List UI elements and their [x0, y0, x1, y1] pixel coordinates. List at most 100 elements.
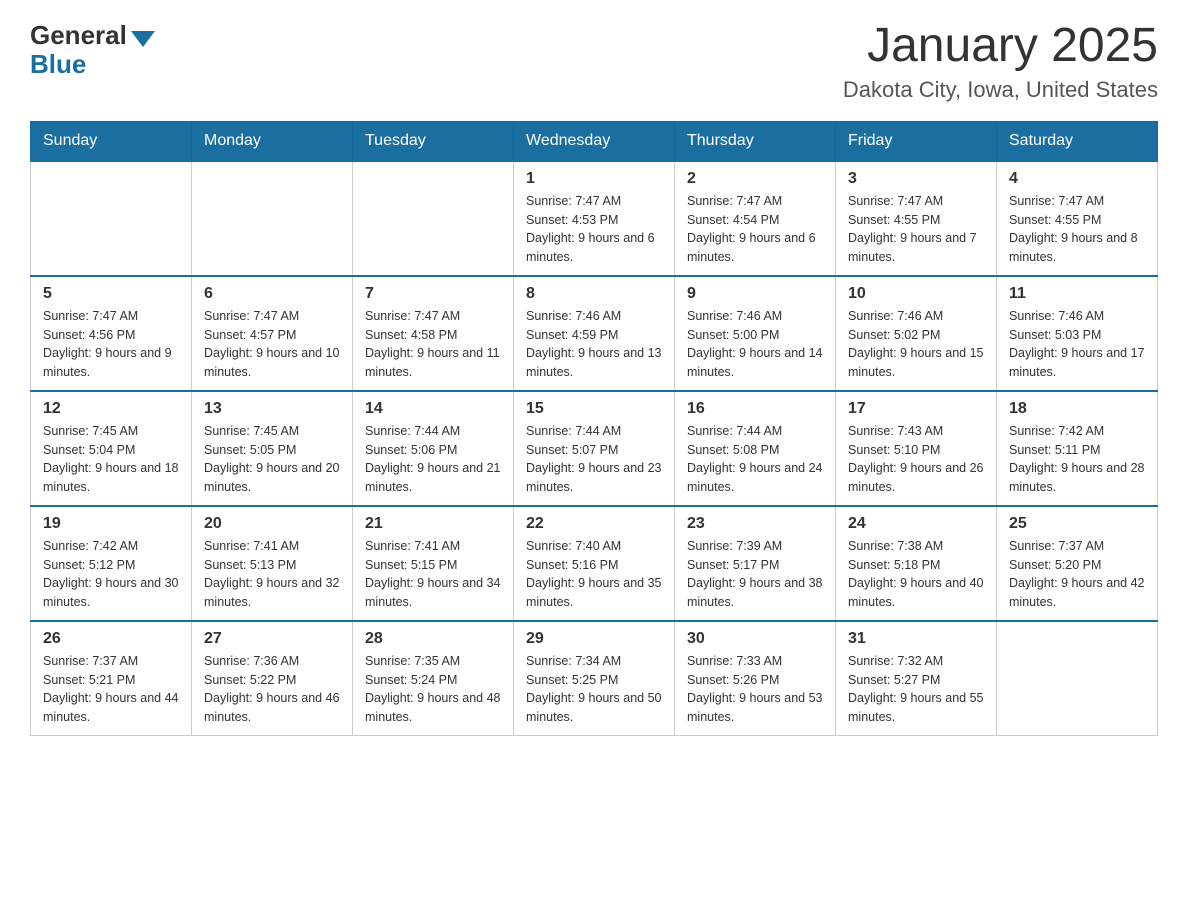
day-info: Sunrise: 7:44 AMSunset: 5:06 PMDaylight:… [365, 422, 501, 497]
calendar-cell [997, 621, 1158, 736]
calendar-cell: 13 Sunrise: 7:45 AMSunset: 5:05 PMDayligh… [192, 391, 353, 506]
day-number: 10 [848, 285, 984, 303]
calendar-cell: 16 Sunrise: 7:44 AMSunset: 5:08 PMDayligh… [675, 391, 836, 506]
calendar-week-row: 19 Sunrise: 7:42 AMSunset: 5:12 PMDayligh… [31, 506, 1158, 621]
calendar-cell: 31 Sunrise: 7:32 AMSunset: 5:27 PMDayligh… [836, 621, 997, 736]
calendar-cell: 12 Sunrise: 7:45 AMSunset: 5:04 PMDayligh… [31, 391, 192, 506]
day-number: 26 [43, 630, 179, 648]
calendar-cell: 5 Sunrise: 7:47 AMSunset: 4:56 PMDaylight… [31, 276, 192, 391]
page-header: General Blue January 2025 Dakota City, I… [30, 20, 1158, 103]
day-number: 30 [687, 630, 823, 648]
logo-general-text: General [30, 20, 127, 51]
day-of-week-header: Wednesday [514, 121, 675, 161]
calendar-cell [192, 161, 353, 276]
day-number: 22 [526, 515, 662, 533]
day-number: 24 [848, 515, 984, 533]
calendar-cell: 18Sunrise: 7:42 AMSunset: 5:11 PMDayligh… [997, 391, 1158, 506]
calendar-cell: 9Sunrise: 7:46 AMSunset: 5:00 PMDaylight… [675, 276, 836, 391]
calendar-week-row: 5 Sunrise: 7:47 AMSunset: 4:56 PMDaylight… [31, 276, 1158, 391]
calendar-week-row: 1Sunrise: 7:47 AMSunset: 4:53 PMDaylight… [31, 161, 1158, 276]
day-info: Sunrise: 7:41 AMSunset: 5:15 PMDaylight:… [365, 537, 501, 612]
day-info: Sunrise: 7:47 AMSunset: 4:56 PMDaylight:… [43, 307, 179, 382]
day-number: 4 [1009, 170, 1145, 188]
day-info: Sunrise: 7:45 AMSunset: 5:05 PMDaylight:… [204, 422, 340, 497]
calendar-cell: 25Sunrise: 7:37 AMSunset: 5:20 PMDayligh… [997, 506, 1158, 621]
day-info: Sunrise: 7:47 AMSunset: 4:53 PMDaylight:… [526, 192, 662, 267]
day-number: 19 [43, 515, 179, 533]
day-info: Sunrise: 7:38 AMSunset: 5:18 PMDaylight:… [848, 537, 984, 612]
day-info: Sunrise: 7:34 AMSunset: 5:25 PMDaylight:… [526, 652, 662, 727]
logo-arrow-icon [131, 31, 155, 47]
day-info: Sunrise: 7:42 AMSunset: 5:12 PMDaylight:… [43, 537, 179, 612]
day-number: 7 [365, 285, 501, 303]
day-number: 2 [687, 170, 823, 188]
day-info: Sunrise: 7:47 AMSunset: 4:57 PMDaylight:… [204, 307, 340, 382]
calendar-cell: 7 Sunrise: 7:47 AMSunset: 4:58 PMDaylight… [353, 276, 514, 391]
day-number: 13 [204, 400, 340, 418]
day-info: Sunrise: 7:36 AMSunset: 5:22 PMDaylight:… [204, 652, 340, 727]
calendar-cell: 26 Sunrise: 7:37 AMSunset: 5:21 PMDayligh… [31, 621, 192, 736]
day-number: 5 [43, 285, 179, 303]
day-number: 17 [848, 400, 984, 418]
day-info: Sunrise: 7:46 AMSunset: 5:03 PMDaylight:… [1009, 307, 1145, 382]
day-info: Sunrise: 7:44 AMSunset: 5:07 PMDaylight:… [526, 422, 662, 497]
day-of-week-header: Thursday [675, 121, 836, 161]
calendar-cell: 11 Sunrise: 7:46 AMSunset: 5:03 PMDayligh… [997, 276, 1158, 391]
day-of-week-header: Saturday [997, 121, 1158, 161]
day-info: Sunrise: 7:39 AMSunset: 5:17 PMDaylight:… [687, 537, 823, 612]
calendar-cell: 17 Sunrise: 7:43 AMSunset: 5:10 PMDayligh… [836, 391, 997, 506]
day-info: Sunrise: 7:47 AMSunset: 4:55 PMDaylight:… [1009, 192, 1145, 267]
day-of-week-header: Tuesday [353, 121, 514, 161]
calendar-week-row: 12 Sunrise: 7:45 AMSunset: 5:04 PMDayligh… [31, 391, 1158, 506]
calendar-cell: 10 Sunrise: 7:46 AMSunset: 5:02 PMDayligh… [836, 276, 997, 391]
calendar-cell: 27 Sunrise: 7:36 AMSunset: 5:22 PMDayligh… [192, 621, 353, 736]
calendar-cell: 1Sunrise: 7:47 AMSunset: 4:53 PMDaylight… [514, 161, 675, 276]
calendar-cell: 14 Sunrise: 7:44 AMSunset: 5:06 PMDayligh… [353, 391, 514, 506]
day-number: 16 [687, 400, 823, 418]
day-number: 25 [1009, 515, 1145, 533]
day-info: Sunrise: 7:33 AMSunset: 5:26 PMDaylight:… [687, 652, 823, 727]
calendar-cell: 20Sunrise: 7:41 AMSunset: 5:13 PMDayligh… [192, 506, 353, 621]
calendar-header-row: SundayMondayTuesdayWednesdayThursdayFrid… [31, 121, 1158, 161]
day-number: 23 [687, 515, 823, 533]
day-info: Sunrise: 7:44 AMSunset: 5:08 PMDaylight:… [687, 422, 823, 497]
calendar-cell: 3Sunrise: 7:47 AMSunset: 4:55 PMDaylight… [836, 161, 997, 276]
logo: General Blue [30, 20, 155, 80]
day-of-week-header: Friday [836, 121, 997, 161]
day-number: 11 [1009, 285, 1145, 303]
day-of-week-header: Sunday [31, 121, 192, 161]
calendar-cell: 29 Sunrise: 7:34 AMSunset: 5:25 PMDayligh… [514, 621, 675, 736]
day-number: 18 [1009, 400, 1145, 418]
day-number: 12 [43, 400, 179, 418]
calendar-cell: 23 Sunrise: 7:39 AMSunset: 5:17 PMDayligh… [675, 506, 836, 621]
location-title: Dakota City, Iowa, United States [843, 77, 1158, 103]
calendar-cell [353, 161, 514, 276]
calendar-cell: 30 Sunrise: 7:33 AMSunset: 5:26 PMDayligh… [675, 621, 836, 736]
day-info: Sunrise: 7:46 AMSunset: 4:59 PMDaylight:… [526, 307, 662, 382]
day-of-week-header: Monday [192, 121, 353, 161]
calendar-cell: 4 Sunrise: 7:47 AMSunset: 4:55 PMDaylight… [997, 161, 1158, 276]
day-number: 31 [848, 630, 984, 648]
day-number: 21 [365, 515, 501, 533]
day-info: Sunrise: 7:45 AMSunset: 5:04 PMDaylight:… [43, 422, 179, 497]
calendar-cell: 15Sunrise: 7:44 AMSunset: 5:07 PMDayligh… [514, 391, 675, 506]
calendar-cell: 6 Sunrise: 7:47 AMSunset: 4:57 PMDaylight… [192, 276, 353, 391]
day-info: Sunrise: 7:37 AMSunset: 5:21 PMDaylight:… [43, 652, 179, 727]
day-number: 6 [204, 285, 340, 303]
day-info: Sunrise: 7:43 AMSunset: 5:10 PMDaylight:… [848, 422, 984, 497]
day-info: Sunrise: 7:46 AMSunset: 5:02 PMDaylight:… [848, 307, 984, 382]
calendar-cell: 8 Sunrise: 7:46 AMSunset: 4:59 PMDaylight… [514, 276, 675, 391]
day-info: Sunrise: 7:47 AMSunset: 4:54 PMDaylight:… [687, 192, 823, 267]
day-info: Sunrise: 7:32 AMSunset: 5:27 PMDaylight:… [848, 652, 984, 727]
month-title: January 2025 [843, 20, 1158, 73]
day-number: 29 [526, 630, 662, 648]
day-number: 8 [526, 285, 662, 303]
day-info: Sunrise: 7:47 AMSunset: 4:55 PMDaylight:… [848, 192, 984, 267]
day-number: 27 [204, 630, 340, 648]
calendar-cell: 28Sunrise: 7:35 AMSunset: 5:24 PMDayligh… [353, 621, 514, 736]
day-number: 14 [365, 400, 501, 418]
day-info: Sunrise: 7:46 AMSunset: 5:00 PMDaylight:… [687, 307, 823, 382]
calendar-cell: 2 Sunrise: 7:47 AMSunset: 4:54 PMDaylight… [675, 161, 836, 276]
calendar-week-row: 26 Sunrise: 7:37 AMSunset: 5:21 PMDayligh… [31, 621, 1158, 736]
day-info: Sunrise: 7:47 AMSunset: 4:58 PMDaylight:… [365, 307, 501, 382]
